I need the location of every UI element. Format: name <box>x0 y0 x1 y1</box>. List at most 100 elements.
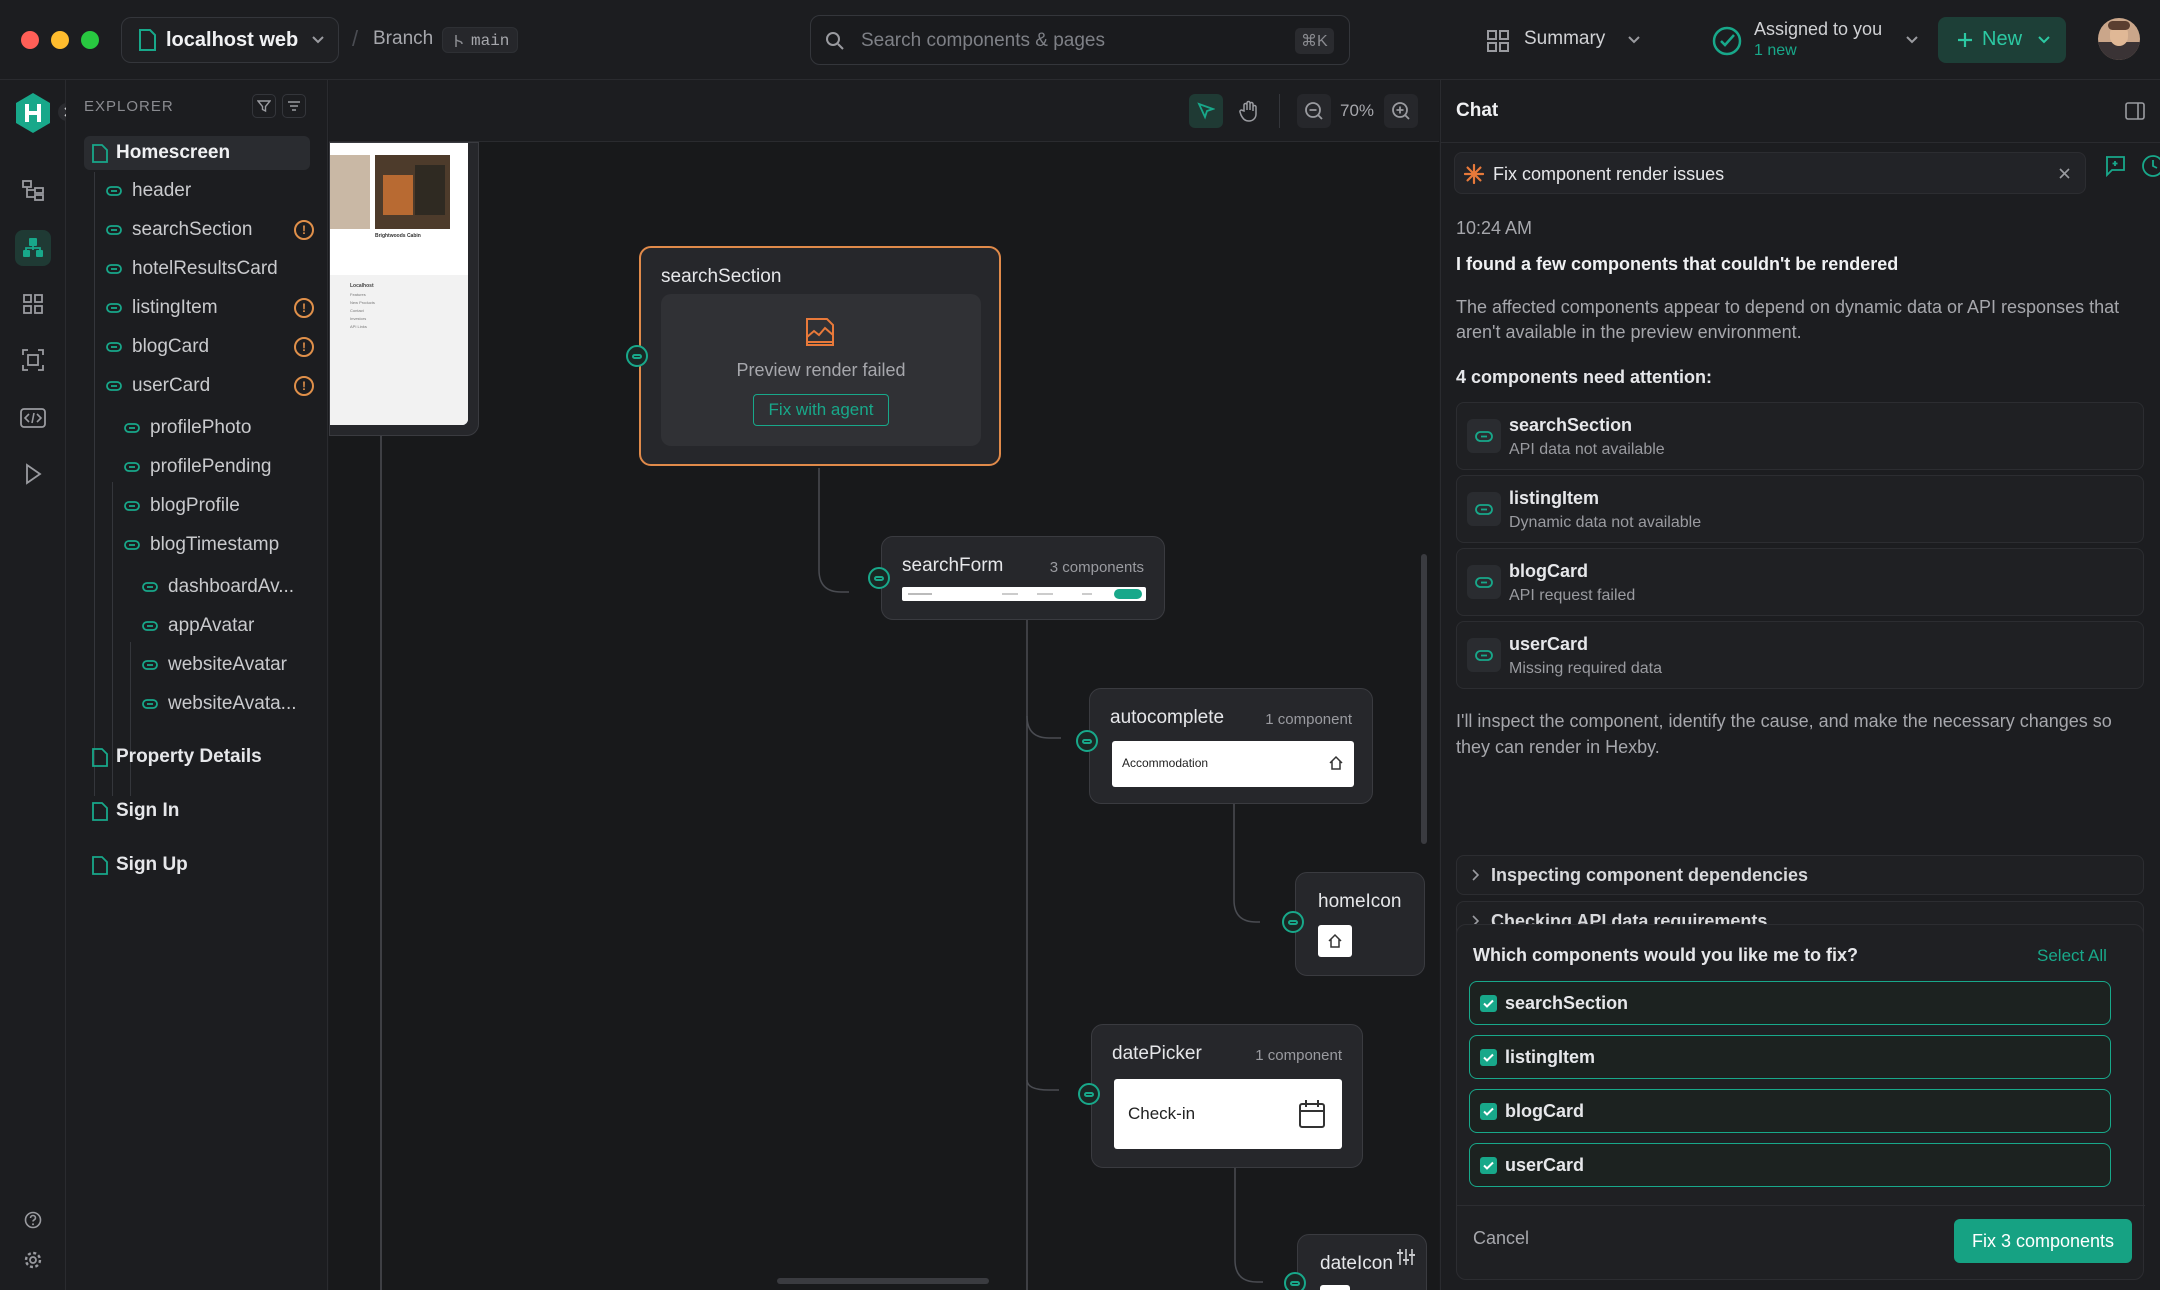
horizontal-scrollbar[interactable] <box>777 1278 989 1284</box>
component-checkbox[interactable]: blogCard <box>1469 1089 2111 1133</box>
maximize-window-button[interactable] <box>81 31 99 49</box>
component-card[interactable]: userCard Missing required data <box>1456 621 2144 689</box>
component-issue: API data not available <box>1509 441 1665 458</box>
new-button[interactable]: New <box>1938 17 2066 63</box>
chat-session-tab[interactable]: Fix component render issues <box>1454 152 2086 194</box>
component-card[interactable]: listingItem Dynamic data not available <box>1456 475 2144 543</box>
summary-dropdown[interactable]: Summary <box>1478 18 1648 62</box>
tree-page-homescreen[interactable]: Homescreen <box>84 136 310 170</box>
frame-icon[interactable] <box>15 342 51 378</box>
filter-button[interactable] <box>252 94 276 118</box>
new-chat-icon[interactable] <box>2103 154 2127 178</box>
node-dateIcon[interactable]: dateIcon <box>1297 1234 1427 1290</box>
checkbox-checked-icon <box>1480 1049 1497 1066</box>
homescreen-preview[interactable]: Brightwoods Cabin Localhost Features New… <box>329 142 479 436</box>
avatar[interactable] <box>2098 18 2140 60</box>
component-issue: Missing required data <box>1509 660 1662 677</box>
component-checkbox[interactable]: listingItem <box>1469 1035 2111 1079</box>
help-icon[interactable] <box>15 1202 51 1238</box>
link-icon <box>106 225 122 235</box>
toggle-panel-icon[interactable] <box>2125 102 2145 120</box>
history-icon[interactable] <box>2141 154 2160 178</box>
tree-item-listingitem[interactable]: listingItem! <box>106 291 314 325</box>
home-icon <box>1328 755 1344 771</box>
tree-page-property-details[interactable]: Property Details <box>84 740 310 774</box>
component-name: userCard <box>1509 634 1589 654</box>
plus-icon <box>1956 31 1974 49</box>
vertical-scrollbar[interactable] <box>1421 554 1427 844</box>
node-datePicker[interactable]: datePicker 1 component Check-in <box>1091 1024 1363 1168</box>
component-checkbox[interactable]: searchSection <box>1469 981 2111 1025</box>
datepicker-value: Check-in <box>1128 1104 1196 1123</box>
home-icon-preview <box>1318 925 1352 957</box>
agent-step[interactable]: Inspecting component dependencies <box>1456 855 2144 895</box>
node-homeIcon[interactable]: homeIcon <box>1295 872 1425 976</box>
component-checkbox[interactable]: userCard <box>1469 1143 2111 1187</box>
search-input[interactable]: Search components & pages ⌘K <box>810 15 1350 65</box>
node-link-icon[interactable] <box>626 345 648 367</box>
tree-item-profilephoto[interactable]: profilePhoto <box>124 411 314 445</box>
grid-icon[interactable] <box>15 286 51 322</box>
code-icon[interactable] <box>15 400 51 436</box>
components-icon[interactable] <box>15 230 51 266</box>
project-name: localhost web <box>166 29 299 51</box>
tree-item-label: blogCard <box>132 336 210 357</box>
tree-page-sign-up[interactable]: Sign Up <box>84 848 310 882</box>
close-icon[interactable] <box>2059 168 2070 179</box>
link-icon <box>106 303 122 313</box>
node-link-icon[interactable] <box>1282 911 1304 933</box>
page-icon <box>92 144 108 163</box>
gear-icon[interactable] <box>15 1242 51 1278</box>
hierarchy-icon[interactable] <box>15 172 51 208</box>
minimize-window-button[interactable] <box>51 31 69 49</box>
select-all-link[interactable]: Select All <box>2037 946 2107 966</box>
chat-title: Chat <box>1456 100 1499 121</box>
component-canvas[interactable]: 70% Brightwoods Cabin Localhost Features… <box>329 80 1439 1290</box>
tree-item-dashboardav[interactable]: dashboardAv... <box>142 570 314 604</box>
tree-page-sign-in[interactable]: Sign In <box>84 794 310 828</box>
node-title: searchForm <box>902 555 1004 576</box>
link-icon <box>106 381 122 391</box>
node-autocomplete[interactable]: autocomplete 1 component Accommodation <box>1089 688 1373 804</box>
tree-item-websiteavata[interactable]: websiteAvata... <box>142 687 314 721</box>
autocomplete-value: Accommodation <box>1122 756 1209 770</box>
sparkle-icon <box>1464 164 1484 184</box>
tree-item-searchsection[interactable]: searchSection! <box>106 213 314 247</box>
node-searchForm[interactable]: searchForm 3 components <box>881 536 1165 620</box>
tree-item-blogprofile[interactable]: blogProfile <box>124 489 314 523</box>
message-body: The affected components appear to depend… <box>1456 297 2120 342</box>
tree-page-label: Homescreen <box>116 142 231 163</box>
fix-components-button[interactable]: Fix 3 components <box>1954 1219 2132 1263</box>
node-meta: 1 component <box>1265 711 1352 728</box>
tree-item-hotelresultscard[interactable]: hotelResultsCard <box>106 252 314 286</box>
node-link-icon[interactable] <box>1076 730 1098 752</box>
settings-sliders-icon[interactable] <box>1396 1247 1416 1267</box>
searchform-preview <box>902 587 1146 601</box>
node-link-icon[interactable] <box>1078 1083 1100 1105</box>
fix-with-agent-button[interactable]: Fix with agent <box>753 394 889 426</box>
node-link-icon[interactable] <box>868 567 890 589</box>
tree-item-appavatar[interactable]: appAvatar <box>142 609 314 643</box>
branch-badge[interactable]: main <box>442 27 518 53</box>
sort-button[interactable] <box>282 94 306 118</box>
assigned-dropdown[interactable]: Assigned to you 1 new <box>1710 14 1920 66</box>
close-window-button[interactable] <box>21 31 39 49</box>
play-icon[interactable] <box>15 456 51 492</box>
component-card[interactable]: searchSection API data not available <box>1456 402 2144 470</box>
node-searchSection[interactable]: searchSection Preview render failed Fix … <box>639 246 1001 466</box>
tree-item-blogtimestamp[interactable]: blogTimestamp <box>124 528 314 562</box>
tree-item-label: searchSection <box>132 219 253 240</box>
component-name: listingItem <box>1509 488 1600 508</box>
preview-photo <box>375 155 450 229</box>
tree-item-usercard[interactable]: userCard! <box>106 369 314 403</box>
project-switcher[interactable]: localhost web <box>121 17 339 63</box>
node-link-icon[interactable] <box>1284 1272 1306 1290</box>
warning-icon: ! <box>294 376 314 396</box>
tree-item-profilepending[interactable]: profilePending <box>124 450 314 484</box>
tree-item-header[interactable]: header <box>106 174 314 208</box>
tree-item-blogcard[interactable]: blogCard! <box>106 330 314 364</box>
tree-item-websiteavatar[interactable]: websiteAvatar <box>142 648 314 682</box>
link-icon <box>124 423 140 433</box>
cancel-button[interactable]: Cancel <box>1473 1228 1529 1249</box>
component-card[interactable]: blogCard API request failed <box>1456 548 2144 616</box>
